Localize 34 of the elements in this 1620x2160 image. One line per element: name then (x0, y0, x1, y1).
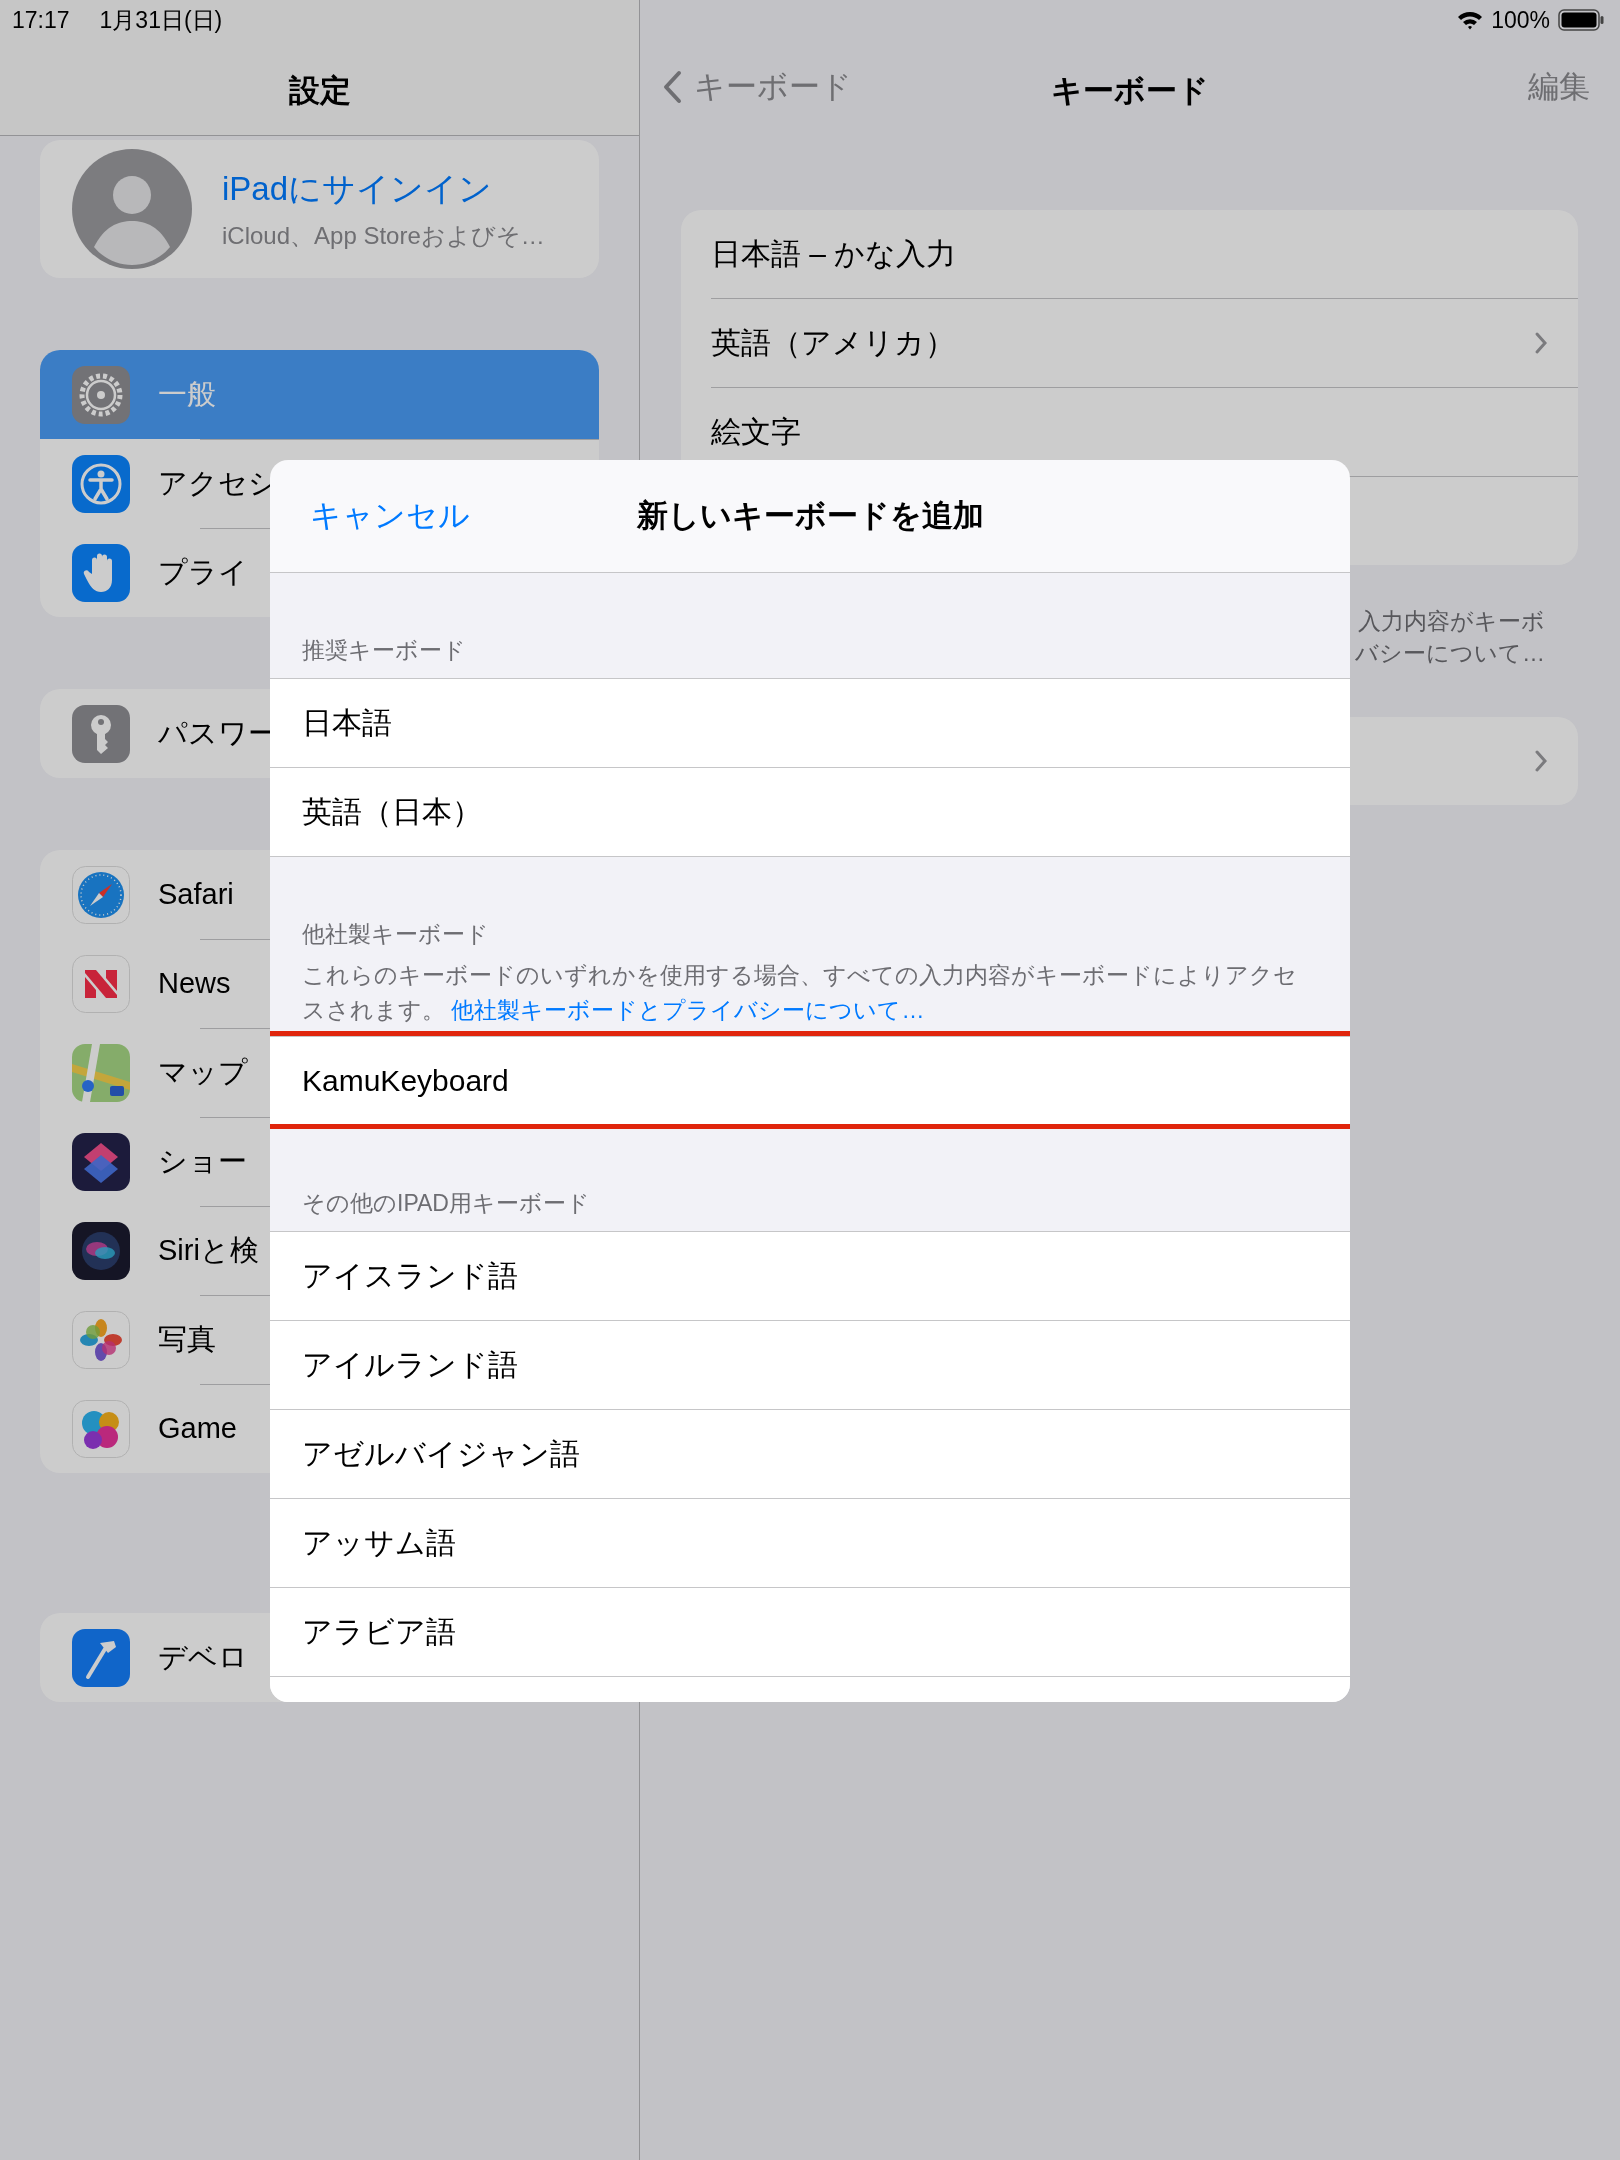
sidebar-label: デベロ (158, 1639, 248, 1675)
keyboard-name: アイルランド語 (302, 1346, 518, 1383)
section-header: 推奨キーボード (302, 636, 467, 665)
sidebar-label: プライ (158, 554, 248, 590)
sidebar-label: マップ (158, 1054, 248, 1090)
keyboard-name: 絵文字 (711, 413, 801, 450)
sidebar-label: 写真 (158, 1321, 216, 1357)
sidebar-label: News (158, 967, 231, 1000)
section-header: 他社製キーボード (302, 920, 490, 949)
keyboard-name: 英語（日本） (302, 793, 482, 830)
sidebar-label: ショー (158, 1143, 247, 1179)
sidebar-title: 設定 (288, 72, 351, 110)
keyboard-name: 日本語 (302, 704, 392, 741)
battery-percent: 100% (1491, 6, 1550, 34)
sidebar-label: Safari (158, 878, 234, 911)
footer-text: 入力内容がキーボ (1358, 607, 1545, 636)
section-note: これらのキーボードのいずれかを使用する場合、すべての入力内容がキーボードによりアクセスされます。 他社製キーボードとプライバシーについて… (302, 961, 1298, 1025)
sidebar-label: Game (158, 1412, 237, 1445)
sheet-title: 新しいキーボードを追加 (636, 497, 984, 535)
keyboard-name: アラビア語 (302, 1613, 456, 1650)
keyboard-name: 日本語 – かな入力 (711, 235, 957, 272)
section-header: その他のIPAD用キーボード (302, 1189, 591, 1218)
keyboard-name: アイスランド語 (302, 1257, 518, 1294)
date-text: 1月31日(日) (99, 5, 223, 35)
page-title: キーボード (1051, 72, 1209, 110)
profile-subtitle: iCloud、App Storeおよびそ… (222, 220, 545, 251)
keyboard-name: 英語（アメリカ） (711, 324, 955, 361)
keyboard-name: アッサム語 (302, 1524, 456, 1561)
sidebar-label: Siriと検 (158, 1232, 259, 1268)
sidebar-label: 一般 (158, 376, 216, 412)
clock-time: 17:17 (12, 6, 70, 34)
keyboard-name: アゼルバイジャン語 (302, 1435, 580, 1472)
footer-text: バシーについて… (1355, 639, 1545, 668)
keyboard-name: KamuKeyboard (302, 1064, 509, 1098)
